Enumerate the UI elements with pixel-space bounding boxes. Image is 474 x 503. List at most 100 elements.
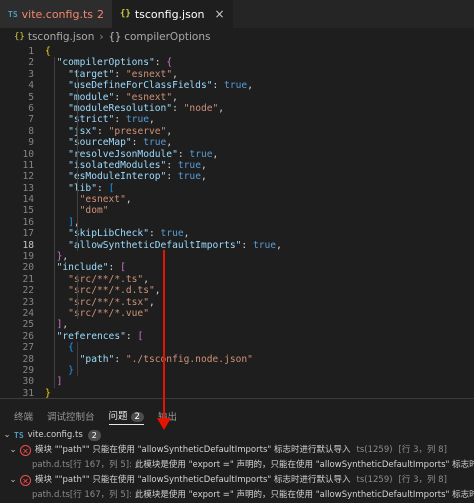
- code-line[interactable]: 30 ]: [0, 376, 474, 388]
- code-line[interactable]: 18 "allowSyntheticDefaultImports": true,: [0, 239, 474, 252]
- chevron-down-icon[interactable]: ⌄: [6, 473, 20, 488]
- code-token: "src/**/*.d.ts": [68, 285, 155, 297]
- code-token: :: [212, 80, 225, 92]
- code-line[interactable]: 13 "lib": [: [0, 182, 474, 195]
- code-token: "allowSyntheticDefaultImports": [68, 239, 242, 251]
- code-line[interactable]: 8 "jsx": "preserve",: [0, 125, 474, 138]
- line-number: 13: [22, 182, 34, 194]
- code-line[interactable]: 3 "target": "esnext",: [0, 68, 474, 81]
- code-line[interactable]: 7 "strict": true,: [0, 114, 474, 126]
- code-line[interactable]: 1{: [0, 46, 474, 57]
- code-token: ,: [212, 148, 219, 160]
- code-line[interactable]: 23 "src/**/*.tsx",: [0, 296, 474, 308]
- code-line[interactable]: 4 "useDefineForClassFields": true,: [0, 80, 474, 92]
- indent-guide: [77, 137, 78, 149]
- line-number: 29: [22, 364, 34, 376]
- problem-item[interactable]: ⌄ ✕ 模块 ""path"" 只能在使用 "allowSyntheticDef…: [0, 443, 474, 458]
- code-token: true: [143, 137, 167, 149]
- problem-detail-text: 此模块是使用 "export =" 声明的，只能在使用 "allowSynthe…: [134, 490, 474, 500]
- typescript-file-icon: TS: [8, 9, 18, 19]
- code-token: "isolatedModules": [68, 159, 167, 171]
- indent-guide: [54, 296, 55, 308]
- tab-debug-console[interactable]: 调试控制台: [47, 409, 95, 423]
- problem-detail-text: 此模块是使用 "export =" 声明的，只能在使用 "allowSynthe…: [134, 460, 474, 470]
- code-line[interactable]: 6 "moduleResolution": "node",: [0, 102, 474, 115]
- tab-problems[interactable]: 问题 2: [108, 408, 144, 425]
- code-token: ,: [183, 228, 190, 240]
- tab-terminal[interactable]: 终端: [14, 409, 33, 423]
- code-token: :: [172, 102, 184, 114]
- indent-guide: [54, 307, 55, 320]
- code-token: true: [252, 239, 277, 251]
- code-line[interactable]: 27 {: [0, 342, 474, 354]
- code-token: true: [160, 228, 184, 240]
- code-token: "preserve": [108, 125, 167, 137]
- tab-tsconfig[interactable]: {} tsconfig.json ×: [112, 0, 233, 28]
- indent-guide: [54, 239, 55, 252]
- breadcrumb-file[interactable]: tsconfig.json: [28, 31, 95, 43]
- object-icon: {}: [108, 31, 122, 43]
- code-token: "skipLibCheck": [68, 228, 149, 240]
- indent-guide: [77, 194, 78, 206]
- code-line[interactable]: 5 "module": "esnext",: [0, 91, 474, 103]
- code-line[interactable]: 19 },: [0, 251, 474, 263]
- problems-count-badge: 2: [130, 411, 144, 422]
- code-token: ,: [166, 137, 173, 149]
- code-token: {: [45, 46, 51, 57]
- chevron-down-icon[interactable]: ⌄: [0, 428, 14, 443]
- code-line[interactable]: 11 "isolatedModules": true,: [0, 159, 474, 172]
- editor-tab-bar: TS vite.config.ts 2 {} tsconfig.json ×: [0, 0, 474, 28]
- tab-error-count: 2: [97, 7, 104, 21]
- code-line[interactable]: 20 "include": [: [0, 262, 474, 274]
- indent-guide: [54, 342, 55, 354]
- problem-item[interactable]: ⌄ ✕ 模块 ""path"" 只能在使用 "allowSyntheticDef…: [0, 473, 474, 488]
- code-text: "useDefineForClassFields": true,: [34, 80, 253, 91]
- close-icon[interactable]: ×: [215, 7, 225, 21]
- breadcrumb-symbol[interactable]: compilerOptions: [124, 31, 210, 43]
- code-token: :: [114, 91, 126, 103]
- code-line[interactable]: 24 "src/**/*.vue": [0, 307, 474, 320]
- chevron-down-icon[interactable]: ⌄: [6, 443, 20, 458]
- code-text: "src/**/*.vue": [34, 308, 149, 319]
- code-line[interactable]: 17 "skipLibCheck": true,: [0, 228, 474, 240]
- indent-guide: [77, 239, 78, 252]
- annotation-arrow-head: [157, 418, 171, 430]
- code-line[interactable]: 29 }: [0, 364, 474, 377]
- problem-message: 模块 ""path"" 只能在使用 "allowSyntheticDefault…: [35, 445, 351, 455]
- code-line[interactable]: 14 "esnext",: [0, 194, 474, 206]
- problem-detail[interactable]: path.d.ts[行 167，列 5]: 此模块是使用 "export =" …: [0, 488, 474, 503]
- code-line[interactable]: 15 "dom": [0, 205, 474, 217]
- code-line[interactable]: 16 ],: [0, 216, 474, 229]
- code-line[interactable]: 26 "references": [: [0, 330, 474, 343]
- code-editor[interactable]: 1{2 "compilerOptions": {3 "target": "esn…: [0, 46, 474, 399]
- indent-guide: [77, 114, 78, 126]
- line-number: 26: [22, 330, 34, 342]
- code-line[interactable]: 2 "compilerOptions": {: [0, 57, 474, 69]
- code-line[interactable]: 12 "esModuleInterop": true,: [0, 171, 474, 183]
- code-line[interactable]: 28 "path": "./tsconfig.node.json": [0, 353, 474, 365]
- indent-guide: [77, 125, 78, 138]
- line-number: 14: [22, 194, 34, 206]
- code-line[interactable]: 25 ],: [0, 319, 474, 331]
- code-text: "module": "esnext",: [34, 92, 178, 103]
- code-line[interactable]: 10 "resolveJsonModule": true,: [0, 148, 474, 160]
- tab-vite-config[interactable]: TS vite.config.ts 2: [0, 0, 112, 28]
- code-line[interactable]: 22 "src/**/*.d.ts",: [0, 285, 474, 297]
- code-token: {: [68, 342, 74, 354]
- code-text: "src/**/*.d.ts",: [34, 285, 160, 297]
- code-token: "compilerOptions": [56, 57, 155, 69]
- problem-detail[interactable]: path.d.ts[行 167，列 5]: 此模块是使用 "export =" …: [0, 458, 474, 473]
- code-line[interactable]: 21 "src/**/*.ts",: [0, 273, 474, 286]
- problem-file-group[interactable]: ⌄ TS vite.config.ts 2: [0, 428, 474, 443]
- code-line[interactable]: 9 "sourceMap": true,: [0, 137, 474, 149]
- problem-location: [行 3，列 8]: [398, 445, 447, 455]
- code-token: :: [108, 262, 121, 274]
